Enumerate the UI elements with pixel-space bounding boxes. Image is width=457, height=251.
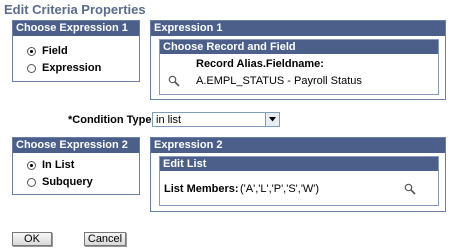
magnifier-icon[interactable]	[404, 183, 416, 195]
expr2-type-header: Choose Expression 2 Type	[13, 138, 139, 166]
expr1-field-radio-row[interactable]: Field	[27, 45, 68, 57]
expr1-expression-radio[interactable]	[27, 63, 36, 73]
expression-1-header: Expression 1	[151, 21, 445, 36]
cancel-button[interactable]: Cancel	[84, 232, 126, 246]
choose-record-field-panel: Choose Record and Field Record Alias.Fie…	[159, 39, 439, 95]
expression-2-header: Expression 2	[151, 138, 445, 153]
condition-type-value: in list	[156, 113, 182, 126]
expr1-expression-label: Expression	[42, 62, 102, 74]
chevron-down-icon[interactable]	[265, 113, 279, 126]
expr1-type-header: Choose Expression 1 Type	[13, 21, 139, 49]
expr2-inlist-radio-row[interactable]: In List	[27, 159, 74, 171]
expr2-inlist-label: In List	[42, 159, 75, 171]
page-title: Edit Criteria Properties	[4, 2, 146, 17]
expr2-type-panel: Choose Expression 2 Type In List Subquer…	[12, 137, 140, 195]
expr2-subquery-radio[interactable]	[27, 177, 36, 187]
magnifier-icon[interactable]	[168, 75, 180, 87]
edit-list-panel: Edit List List Members: ('A','L','P','S'…	[159, 156, 439, 206]
list-members-label: List Members:	[164, 183, 239, 195]
expr2-inlist-radio[interactable]	[27, 160, 36, 170]
expr1-type-panel: Choose Expression 1 Type Field Expressio…	[12, 20, 140, 82]
ok-button[interactable]: OK	[12, 232, 52, 246]
condition-type-label: *Condition Type:	[68, 114, 156, 126]
expr1-field-radio[interactable]	[27, 46, 36, 56]
condition-type-select[interactable]: in list	[152, 112, 280, 127]
expr1-field-label: Field	[42, 45, 68, 57]
choose-record-field-header: Choose Record and Field	[160, 40, 438, 54]
record-alias-label: Record Alias.Fieldname:	[196, 58, 324, 70]
expr2-subquery-radio-row[interactable]: Subquery	[27, 176, 93, 188]
expression-2-panel: Expression 2 Edit List List Members: ('A…	[150, 137, 446, 212]
expression-1-panel: Expression 1 Choose Record and Field Rec…	[150, 20, 446, 100]
expr2-subquery-label: Subquery	[42, 176, 93, 188]
edit-list-header: Edit List	[160, 157, 438, 171]
record-field-value: A.EMPL_STATUS - Payroll Status	[196, 75, 362, 87]
list-members-value: ('A','L','P','S','W')	[240, 183, 320, 195]
expr1-expression-radio-row[interactable]: Expression	[27, 62, 101, 74]
